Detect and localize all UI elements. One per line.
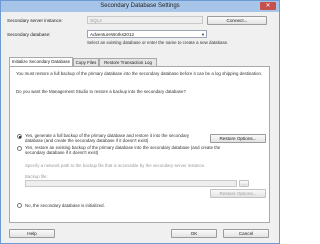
server-label: Secondary server instance: (7, 18, 63, 23)
backup-path-hint: Specify a network path to the backup fil… (25, 163, 206, 168)
cancel-button[interactable]: Cancel (223, 229, 269, 238)
question-text: Do you want the Management Studio to res… (16, 89, 186, 94)
tab-initialize-secondary-database[interactable]: Initialize Secondary Database (9, 57, 73, 66)
backup-file-label: Backup file: (25, 174, 48, 179)
browse-backup-button[interactable]: ... (239, 180, 249, 187)
database-combobox[interactable]: AdventureWorks2012 ▼ (87, 30, 207, 38)
option-generate-backup-radio[interactable] (17, 134, 22, 139)
close-button[interactable]: ✕ (260, 2, 276, 10)
option-already-initialized-label: No, the secondary database is initialize… (25, 203, 105, 208)
intro-text: You must restore a full backup of the pr… (16, 71, 263, 76)
database-hint: Select an existing database or enter the… (87, 40, 229, 45)
tab-restore-transaction-log[interactable]: Restore Transaction Log (99, 58, 157, 66)
secondary-database-settings-dialog: Secondary Database Settings ✕ Secondary … (0, 0, 280, 244)
chevron-down-icon[interactable]: ▼ (201, 32, 205, 37)
restore-options-button-disabled[interactable]: Restore Options... (210, 189, 266, 198)
title-bar: Secondary Database Settings ✕ (1, 1, 279, 12)
backup-file-field[interactable] (25, 180, 237, 187)
server-instance-field[interactable]: SQL2 (87, 16, 203, 24)
database-value: AdventureWorks2012 (90, 32, 135, 37)
ok-button[interactable]: OK (171, 229, 217, 238)
tab-copy-files[interactable]: Copy Files (73, 58, 99, 66)
window-title: Secondary Database Settings (100, 3, 180, 9)
connect-button[interactable]: Connect... (207, 16, 267, 25)
database-label: Secondary database: (7, 32, 51, 37)
option-generate-backup-line2: database (and create the secondary datab… (25, 138, 149, 143)
radio-selected-dot (19, 136, 21, 138)
help-button[interactable]: Help (9, 229, 55, 238)
initialize-panel: You must restore a full backup of the pr… (9, 66, 270, 223)
option-restore-existing-radio[interactable] (17, 146, 22, 151)
option-already-initialized-radio[interactable] (17, 203, 22, 208)
restore-options-button[interactable]: Restore Options... (210, 134, 266, 143)
option-restore-existing-line2: secondary database if it doesn't exist) (25, 150, 99, 155)
